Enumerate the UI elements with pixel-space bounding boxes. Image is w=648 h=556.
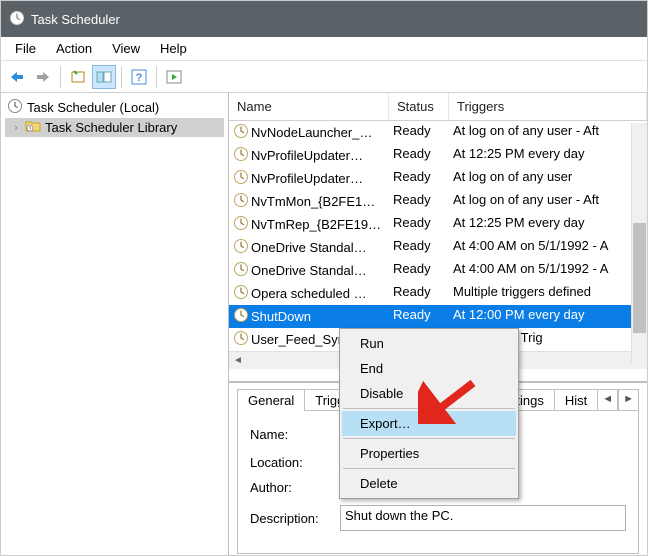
task-triggers: At log on of any user - Aft [449, 122, 631, 143]
task-status: Ready [389, 145, 449, 166]
column-triggers[interactable]: Triggers [449, 93, 647, 120]
task-status: Ready [389, 168, 449, 189]
tree-root-label: Task Scheduler (Local) [27, 100, 159, 115]
ctx-disable[interactable]: Disable [342, 381, 516, 406]
task-row[interactable]: NvTmMon_{B2FE1… ReadyAt log on of any use… [229, 190, 631, 213]
clock-icon [233, 261, 249, 280]
task-row[interactable]: NvTmRep_{B2FE19… ReadyAt 12:25 PM every d… [229, 213, 631, 236]
task-row[interactable]: NvProfileUpdater… ReadyAt log on of any u… [229, 167, 631, 190]
task-status: Ready [389, 260, 449, 281]
forward-button[interactable] [31, 65, 55, 89]
task-row[interactable]: OneDrive Standal… ReadyAt 4:00 AM on 5/1/… [229, 259, 631, 282]
window-title: Task Scheduler [31, 12, 120, 27]
column-name[interactable]: Name [229, 93, 389, 120]
tab-general[interactable]: General [237, 389, 305, 411]
task-name: NvProfileUpdater… [251, 148, 363, 163]
tree-library-label: Task Scheduler Library [45, 120, 177, 135]
task-status: Ready [389, 237, 449, 258]
back-button[interactable] [5, 65, 29, 89]
title-bar: Task Scheduler [1, 1, 647, 37]
ctx-delete[interactable]: Delete [342, 471, 516, 496]
tab-scroll-left[interactable]: ◄ [597, 389, 618, 411]
task-status: Ready [389, 122, 449, 143]
task-triggers: At log on of any user - Aft [449, 191, 631, 212]
toolbar-button-2[interactable] [92, 65, 116, 89]
location-label: Location: [250, 455, 340, 470]
tree-library[interactable]: › Task Scheduler Library [5, 118, 224, 137]
clock-icon [233, 123, 249, 142]
task-row[interactable]: NvProfileUpdater… ReadyAt 12:25 PM every … [229, 144, 631, 167]
task-name: OneDrive Standal… [251, 263, 367, 278]
task-triggers: At 4:00 AM on 5/1/1992 - A [449, 237, 631, 258]
ctx-export[interactable]: Export… [342, 411, 516, 436]
task-row[interactable]: Opera scheduled … ReadyMultiple triggers … [229, 282, 631, 305]
task-row[interactable]: OneDrive Standal… ReadyAt 4:00 AM on 5/1/… [229, 236, 631, 259]
clock-icon [233, 330, 249, 349]
ctx-properties[interactable]: Properties [342, 441, 516, 466]
ctx-end[interactable]: End [342, 356, 516, 381]
task-name: OneDrive Standal… [251, 240, 367, 255]
task-triggers: Multiple triggers defined [449, 283, 631, 304]
clock-icon [233, 284, 249, 303]
vertical-scrollbar[interactable] [631, 123, 647, 363]
toolbar-button-1[interactable] [66, 65, 90, 89]
clock-icon [233, 238, 249, 257]
task-triggers: At log on of any user [449, 168, 631, 189]
task-row[interactable]: ShutDown ReadyAt 12:00 PM every day [229, 305, 631, 328]
clock-icon [9, 10, 25, 29]
task-triggers: At 4:00 AM on 5/1/1992 - A [449, 260, 631, 281]
tab-scroll-right[interactable]: ► [618, 389, 639, 411]
tree-root[interactable]: Task Scheduler (Local) [5, 97, 224, 118]
tab-history[interactable]: Hist [554, 389, 598, 411]
task-triggers: At 12:00 PM every day [449, 306, 631, 327]
clock-icon [233, 192, 249, 211]
clock-icon [233, 215, 249, 234]
clock-icon [233, 169, 249, 188]
task-triggers: At 12:25 PM every day [449, 214, 631, 235]
task-name: Opera scheduled … [251, 286, 367, 301]
ctx-run[interactable]: Run [342, 331, 516, 356]
menu-help[interactable]: Help [150, 39, 197, 58]
description-field[interactable]: Shut down the PC. [340, 505, 626, 531]
task-name: NvTmRep_{B2FE19… [251, 217, 381, 232]
name-label: Name: [250, 427, 340, 442]
toolbar: ? [1, 61, 647, 93]
task-status: Ready [389, 191, 449, 212]
svg-text:?: ? [136, 72, 143, 84]
clock-icon [233, 146, 249, 165]
description-label: Description: [250, 511, 340, 526]
chevron-right-icon: › [7, 122, 25, 134]
toolbar-button-3[interactable] [162, 65, 186, 89]
task-name: NvProfileUpdater… [251, 171, 363, 186]
menu-action[interactable]: Action [46, 39, 102, 58]
clock-icon [233, 307, 249, 326]
menu-bar: File Action View Help [1, 37, 647, 61]
task-name: ShutDown [251, 309, 311, 324]
scroll-left-icon[interactable]: ◄ [229, 353, 247, 369]
menu-view[interactable]: View [102, 39, 150, 58]
folder-icon [25, 119, 41, 136]
help-button[interactable]: ? [127, 65, 151, 89]
clock-icon [7, 98, 23, 117]
column-status[interactable]: Status [389, 93, 449, 120]
task-status: Ready [389, 214, 449, 235]
task-status: Ready [389, 306, 449, 327]
author-label: Author: [250, 480, 340, 495]
task-triggers: At 12:25 PM every day [449, 145, 631, 166]
list-header: Name Status Triggers [229, 93, 647, 121]
task-row[interactable]: NvNodeLauncher_… ReadyAt log on of any us… [229, 121, 631, 144]
task-status: Ready [389, 283, 449, 304]
context-menu: Run End Disable Export… Properties Delet… [339, 328, 519, 499]
menu-file[interactable]: File [5, 39, 46, 58]
task-name: NvTmMon_{B2FE1… [251, 194, 375, 209]
tree-panel: Task Scheduler (Local) › Task Scheduler … [1, 93, 229, 555]
task-name: NvNodeLauncher_… [251, 125, 372, 140]
